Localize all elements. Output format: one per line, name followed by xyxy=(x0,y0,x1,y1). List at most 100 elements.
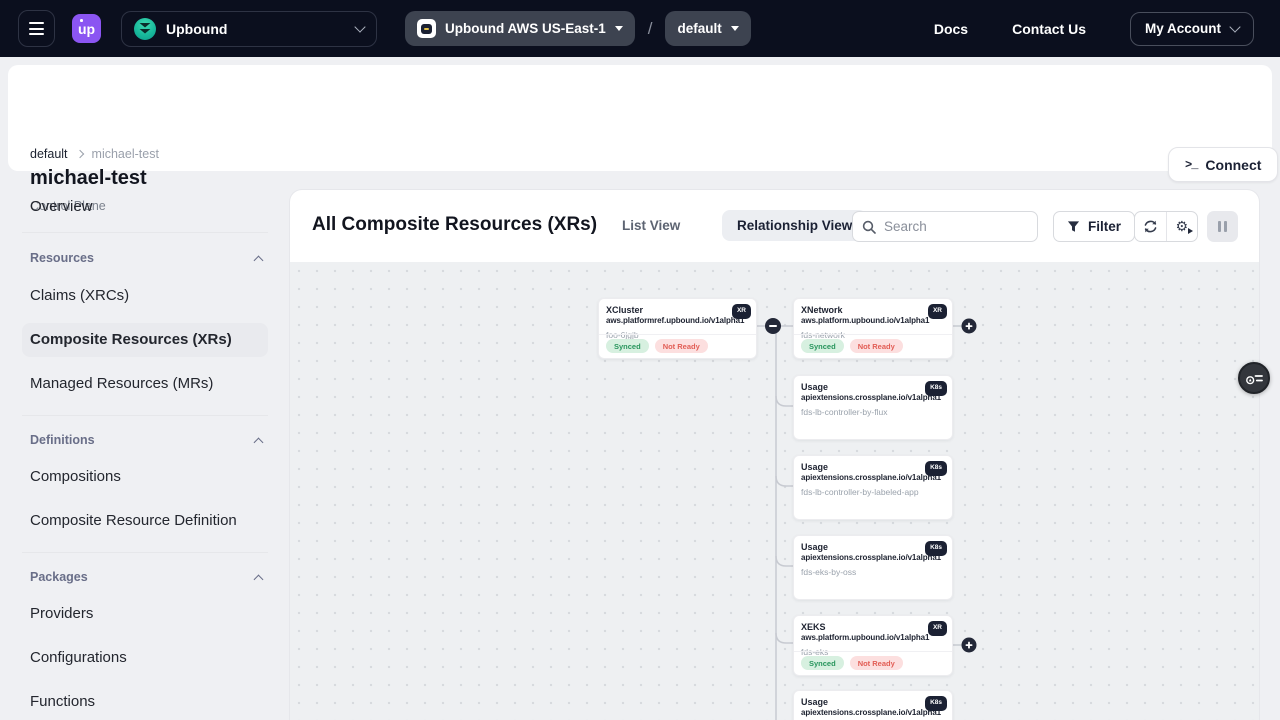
node-kind-badge: XR xyxy=(928,621,947,636)
breadcrumb-parent[interactable]: default xyxy=(30,147,68,161)
relationship-view-tab[interactable]: Relationship View xyxy=(722,210,867,241)
node-kind-badge: XR xyxy=(732,304,751,319)
sidebar-item-claims[interactable]: Claims (XRCs) xyxy=(22,279,268,313)
connect-button-label: Connect xyxy=(1205,157,1261,173)
node-title: XNetwork xyxy=(801,305,945,316)
filter-button-label: Filter xyxy=(1088,219,1121,234)
node-kind-badge: K8s xyxy=(925,696,947,711)
sidebar-item-composite-resources[interactable]: Composite Resources (XRs) xyxy=(22,323,268,357)
graph-node-xeks[interactable]: XEKS aws.platform.upbound.io/v1alpha1 fd… xyxy=(793,615,953,676)
sidebar-item-compositions[interactable]: Compositions xyxy=(22,460,268,494)
relationship-edges xyxy=(290,262,1259,720)
list-view-tab[interactable]: List View xyxy=(622,218,680,233)
node-status-row: Synced Not Ready xyxy=(794,334,952,358)
status-badge-not-ready: Not Ready xyxy=(655,339,708,353)
node-api-version: apiextensions.crossplane.io/v1alpha1 xyxy=(801,708,945,718)
connect-button[interactable]: >_ Connect xyxy=(1168,147,1278,182)
breadcrumb-current: michael-test xyxy=(92,147,159,161)
status-badge-not-ready: Not Ready xyxy=(850,656,903,670)
legend-icon xyxy=(1246,371,1263,386)
graph-node-xnetwork[interactable]: XNetwork aws.platform.upbound.io/v1alpha… xyxy=(793,298,953,359)
refresh-icon xyxy=(1143,219,1158,234)
divider xyxy=(22,232,268,233)
org-avatar-icon xyxy=(134,18,156,40)
chevron-down-icon xyxy=(1229,21,1240,32)
docs-link[interactable]: Docs xyxy=(934,21,968,37)
chevron-up-icon xyxy=(254,574,264,584)
terminal-prompt-icon: >_ xyxy=(1185,158,1197,172)
node-api-version: aws.platform.upbound.io/v1alpha1 xyxy=(801,633,945,643)
node-title: XEKS xyxy=(801,622,945,633)
sidebar-item-managed-resources[interactable]: Managed Resources (MRs) xyxy=(22,367,268,401)
node-title: XCluster xyxy=(606,305,749,316)
hamburger-icon xyxy=(29,22,44,24)
gear-play-icon: ⚙ xyxy=(1175,220,1188,234)
pause-icon xyxy=(1218,221,1221,232)
search-input[interactable] xyxy=(884,219,1024,234)
node-api-version: aws.platform.upbound.io/v1alpha1 xyxy=(801,316,945,326)
sidebar-section-resources[interactable]: Resources xyxy=(30,248,262,268)
breadcrumb-chevron-icon xyxy=(75,150,83,158)
search-icon xyxy=(862,220,876,234)
node-name: fds-eks-by-oss xyxy=(801,567,945,577)
graph-node-usage-labeled-app[interactable]: Usage apiextensions.crossplane.io/v1alph… xyxy=(793,455,953,520)
node-api-version: apiextensions.crossplane.io/v1alpha1 xyxy=(801,393,945,403)
node-title: Usage xyxy=(801,382,945,393)
org-selector[interactable]: Upbound xyxy=(121,11,377,47)
sidebar-item-overview[interactable]: Overview xyxy=(22,190,268,224)
node-name: fds-lb-controller-by-labeled-app xyxy=(801,487,945,497)
node-status-row: Synced Not Ready xyxy=(794,651,952,675)
contact-us-link[interactable]: Contact Us xyxy=(1012,21,1086,37)
collapse-connector-icon[interactable] xyxy=(765,318,781,334)
node-api-version: aws.platformref.upbound.io/v1alpha1 xyxy=(606,316,749,326)
sidebar: Overview Resources Claims (XRCs) Composi… xyxy=(0,171,290,720)
navbar-links: Docs Contact Us My Account xyxy=(934,12,1280,46)
control-plane-selector[interactable]: Upbound AWS US-East-1 xyxy=(405,11,635,46)
sidebar-item-providers[interactable]: Providers xyxy=(22,597,268,631)
divider xyxy=(22,415,268,416)
node-title: Usage xyxy=(801,697,945,708)
graph-node-usage-bottom[interactable]: Usage apiextensions.crossplane.io/v1alph… xyxy=(793,690,953,720)
status-badge-synced: Synced xyxy=(606,339,649,353)
node-kind-badge: XR xyxy=(928,304,947,319)
refresh-button[interactable] xyxy=(1135,212,1166,241)
my-account-label: My Account xyxy=(1145,21,1221,36)
graph-action-group: ⚙ xyxy=(1134,211,1198,242)
graph-node-usage-flux[interactable]: Usage apiextensions.crossplane.io/v1alph… xyxy=(793,375,953,440)
sidebar-item-configurations[interactable]: Configurations xyxy=(22,641,268,675)
sidebar-section-packages[interactable]: Packages xyxy=(30,567,262,587)
caret-down-icon xyxy=(731,26,739,31)
page-header: default michael-test michael-test Contro… xyxy=(8,65,1272,171)
sidebar-item-xrd[interactable]: Composite Resource Definition xyxy=(22,504,268,538)
menu-button[interactable] xyxy=(18,10,55,47)
node-title: Usage xyxy=(801,462,945,473)
group-selector-label: default xyxy=(677,21,721,36)
node-name: fds-lb-controller-by-flux xyxy=(801,407,945,417)
status-badge-not-ready: Not Ready xyxy=(850,339,903,353)
expand-connector-icon[interactable] xyxy=(962,638,977,653)
node-status-row: Synced Not Ready xyxy=(599,334,756,358)
node-kind-badge: K8s xyxy=(925,541,947,556)
my-account-menu[interactable]: My Account xyxy=(1130,12,1254,46)
upbound-logo[interactable]: up xyxy=(72,14,101,43)
graph-node-usage-eks-by-oss[interactable]: Usage apiextensions.crossplane.io/v1alph… xyxy=(793,535,953,600)
legend-toggle-button[interactable] xyxy=(1238,362,1270,394)
pause-button[interactable] xyxy=(1207,211,1238,242)
chevron-down-icon xyxy=(354,21,365,32)
run-operations-button[interactable]: ⚙ xyxy=(1166,212,1198,241)
path-separator: / xyxy=(648,19,653,39)
group-selector[interactable]: default xyxy=(665,11,750,46)
filter-button[interactable]: Filter xyxy=(1053,211,1135,242)
caret-down-icon xyxy=(615,26,623,31)
sidebar-section-definitions[interactable]: Definitions xyxy=(30,430,262,450)
node-kind-badge: K8s xyxy=(925,381,947,396)
sidebar-item-functions[interactable]: Functions xyxy=(22,685,268,719)
status-badge-synced: Synced xyxy=(801,656,844,670)
relationship-canvas[interactable]: XCluster aws.platformref.upbound.io/v1al… xyxy=(290,262,1259,720)
main-panel: All Composite Resources (XRs) List View … xyxy=(290,190,1259,720)
node-api-version: apiextensions.crossplane.io/v1alpha1 xyxy=(801,553,945,563)
expand-connector-icon[interactable] xyxy=(962,319,977,334)
graph-node-xcluster[interactable]: XCluster aws.platformref.upbound.io/v1al… xyxy=(598,298,757,359)
panel-title: All Composite Resources (XRs) xyxy=(312,214,597,236)
org-selector-label: Upbound xyxy=(166,21,227,37)
